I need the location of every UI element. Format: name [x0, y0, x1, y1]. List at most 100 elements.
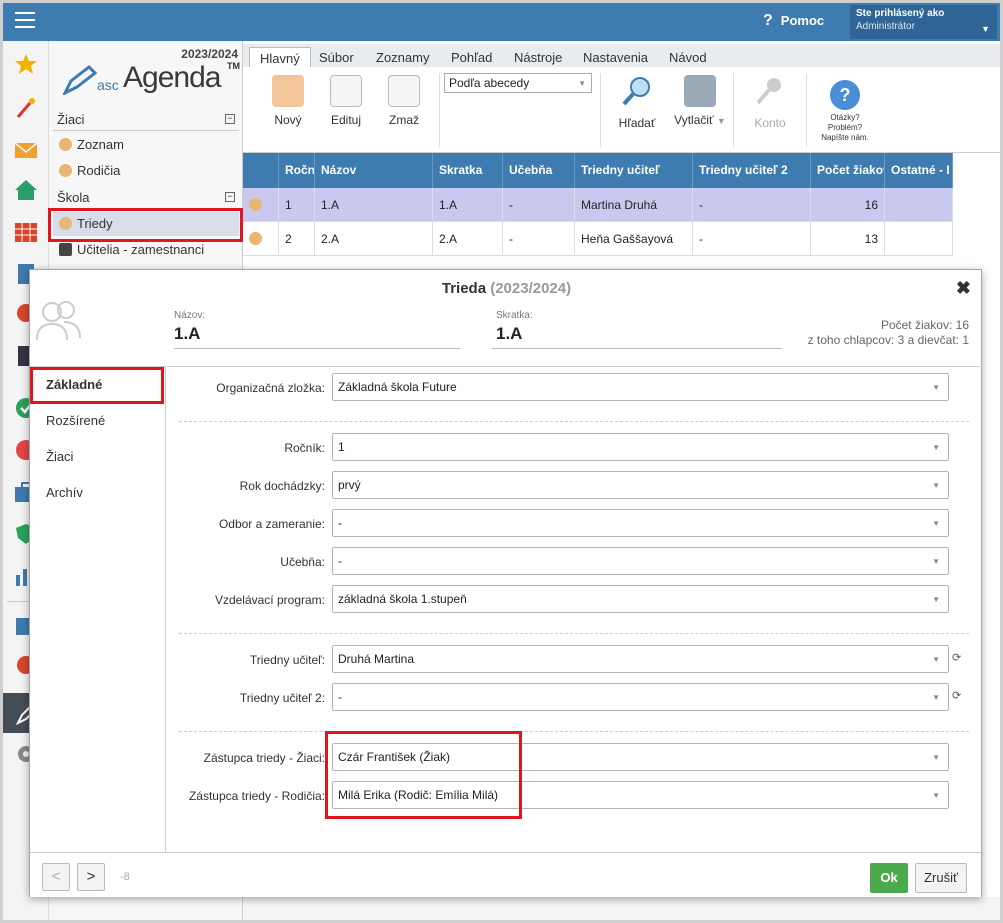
cell-triedny-ucitel: Martina Druhá: [575, 188, 693, 222]
column-header-ostatne[interactable]: Ostatné - I: [885, 153, 953, 188]
ribbon-divider: [733, 73, 734, 147]
previous-button[interactable]: <: [42, 863, 70, 891]
print-button[interactable]: Vytlačiť ▼: [667, 75, 733, 127]
teacher2-select[interactable]: - ▼: [332, 683, 949, 711]
search-button[interactable]: Hľadať: [608, 75, 666, 130]
chevron-down-icon: ▼: [932, 383, 940, 392]
envelope-icon[interactable]: [14, 139, 38, 161]
collapse-icon[interactable]: −: [225, 192, 235, 202]
grade-select[interactable]: 1 ▼: [332, 433, 949, 461]
student-stats: Počet žiakov: 16 z toho chlapcov: 3 a di…: [807, 318, 969, 347]
abbr-underline: [492, 348, 782, 349]
help-button[interactable]: ? Pomoc: [763, 12, 824, 30]
tab-rozsirene[interactable]: Rozšírené: [30, 403, 165, 437]
nav-section-ziaci[interactable]: Žiaci −: [53, 109, 239, 131]
logo-asc: asc: [97, 77, 119, 93]
chevron-down-icon: ▼: [932, 753, 940, 762]
form-basic: Organizačná zložka: Základná škola Futur…: [167, 366, 982, 852]
abbr-value: 1.A: [496, 324, 523, 343]
school-year: 2023/2024: [181, 47, 238, 61]
grade-label: Ročník:: [284, 441, 325, 455]
highlight-representatives: [325, 731, 522, 819]
ribbon-tabs: Hlavný Súbor Zoznamy Pohľad Nástroje Nas…: [243, 44, 1000, 67]
column-header-triedny-ucitel[interactable]: Triedny učiteľ: [575, 153, 693, 188]
form-divider: [179, 731, 969, 732]
cell-triedny-ucitel-2: -: [693, 188, 811, 222]
teacher-label: Triedny učiteľ:: [249, 653, 325, 667]
column-header-pocet-ziakov[interactable]: Počet žiakov: [811, 153, 885, 188]
cell-ucebna: -: [503, 188, 575, 222]
tab-subor[interactable]: Súbor: [309, 47, 364, 67]
tab-archiv[interactable]: Archív: [30, 475, 165, 509]
room-select[interactable]: - ▼: [332, 547, 949, 575]
magic-wand-icon[interactable]: [14, 97, 38, 119]
nav-section-skola[interactable]: Škola −: [53, 187, 239, 209]
form-divider: [179, 421, 969, 422]
chevron-down-icon: ▼: [932, 655, 940, 664]
cancel-button[interactable]: Zrušiť: [915, 863, 967, 893]
tab-navod[interactable]: Návod: [659, 47, 717, 67]
cell-pocet-ziakov: 16: [811, 188, 885, 222]
edit-document-icon: [330, 75, 362, 107]
user-caption: Ste prihlásený ako: [856, 8, 945, 19]
new-button[interactable]: Nový: [259, 75, 317, 127]
column-header-nazov[interactable]: Názov: [315, 153, 433, 188]
tab-hlavny[interactable]: Hlavný: [249, 47, 311, 67]
top-bar: ? Pomoc Ste prihlásený ako Administrátor …: [3, 3, 1000, 41]
chevron-down-icon: ▼: [932, 693, 940, 702]
help-question-icon[interactable]: ?: [829, 79, 861, 111]
home-icon[interactable]: [14, 179, 38, 201]
close-icon[interactable]: ✖: [956, 278, 971, 299]
rep-student-label: Zástupca triedy - Žiaci:: [203, 751, 325, 765]
delete-button[interactable]: Zmaž: [375, 75, 433, 127]
hamburger-menu-icon[interactable]: [15, 12, 35, 29]
tab-nastavenia[interactable]: Nastavenia: [573, 47, 658, 67]
sort-select[interactable]: Podľa abecedy ▼: [444, 73, 592, 93]
svg-text:?: ?: [840, 85, 851, 105]
column-header-skratka[interactable]: Skratka: [433, 153, 503, 188]
org-select[interactable]: Základná škola Future ▼: [332, 373, 949, 401]
tab-nastroje[interactable]: Nástroje: [504, 47, 572, 67]
next-button[interactable]: >: [77, 863, 105, 891]
cell-triedny-ucitel-2: -: [693, 222, 811, 256]
column-header-rocnik[interactable]: Ročn: [279, 153, 315, 188]
program-select[interactable]: základná škola 1.stupeň ▼: [332, 585, 949, 613]
help-contact-text[interactable]: Otázky? Problém? Napíšte nám.: [817, 113, 873, 143]
refresh-icon[interactable]: ⟳: [952, 651, 961, 664]
user-menu[interactable]: Ste prihlásený ako Administrátor ▼: [850, 5, 997, 39]
tab-pohlad[interactable]: Pohľad: [441, 47, 502, 67]
magnifier-icon: [622, 77, 650, 106]
group-avatar-icon: [36, 301, 81, 341]
nav-item-rodicia[interactable]: Rodičia: [53, 159, 239, 183]
column-header-ucebna[interactable]: Učebňa: [503, 153, 575, 188]
dialog-footer: < > -8 Ok Zrušiť: [30, 852, 981, 897]
cell-triedny-ucitel: Heňa Gaššayová: [575, 222, 693, 256]
tab-zoznamy[interactable]: Zoznamy: [366, 47, 439, 67]
tab-ziaci[interactable]: Žiaci: [30, 439, 165, 473]
teacher-select[interactable]: Druhá Martina ▼: [332, 645, 949, 673]
record-id: -8: [120, 871, 130, 883]
nav-item-zoznam[interactable]: Zoznam: [53, 133, 239, 157]
program-label: Vzdelávací program:: [214, 593, 325, 607]
cell-ucebna: -: [503, 222, 575, 256]
chevron-down-icon: ▼: [932, 595, 940, 604]
star-icon[interactable]: [14, 53, 38, 75]
account-button[interactable]: Konto: [741, 75, 799, 130]
cell-skratka: 2.A: [433, 222, 503, 256]
refresh-icon[interactable]: ⟳: [952, 689, 961, 702]
attendance-select[interactable]: prvý ▼: [332, 471, 949, 499]
cell-ostatne: [885, 188, 953, 222]
highlight-triedy: [48, 208, 243, 242]
field-select[interactable]: - ▼: [332, 509, 949, 537]
timetable-icon[interactable]: [14, 221, 38, 243]
collapse-icon[interactable]: −: [225, 114, 235, 124]
key-icon: [756, 78, 781, 105]
column-header-triedny-ucitel-2[interactable]: Triedny učiteľ 2: [693, 153, 811, 188]
ok-button[interactable]: Ok: [870, 863, 908, 893]
name-label: Názov:: [174, 310, 206, 321]
chevron-down-icon: ▼: [932, 481, 940, 490]
rep-parent-label: Zástupca triedy - Rodičia:: [188, 789, 325, 803]
edit-button[interactable]: Edituj: [317, 75, 375, 127]
name-value: 1.A: [174, 324, 201, 343]
ribbon-divider: [806, 73, 807, 147]
